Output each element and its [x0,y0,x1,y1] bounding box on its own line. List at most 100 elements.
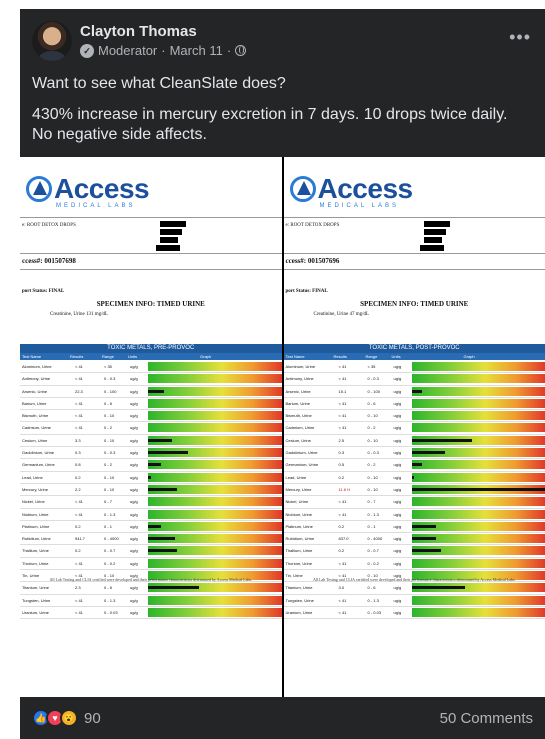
cell-units: ug/g [393,585,402,591]
table-row: Niobium, Urine < 41 0 - 1.3 ug/g [20,509,282,521]
cell-units: ug/g [130,376,138,382]
report-creatinine: Creatinine, Urine 131 mg/dL [50,312,109,317]
cell-range: 0 - 2 [367,462,376,468]
table-header: Test Name Results Range Units Graph [20,353,282,360]
cell-name: Arsenic, Urine [22,388,48,394]
cell-units: ug/g [130,388,138,394]
cell-units: ug/g [130,536,138,542]
cell-result: < 41 [338,609,347,615]
cell-range: 0 - 2 [104,425,113,431]
cell-range: 0 - 7 [367,499,376,505]
post-date[interactable]: March 11 [170,43,223,58]
cell-units: ug/g [130,437,138,443]
table-row: Arsenic, Urine 22.3 0 - 100 ug/g [20,386,282,398]
table-row: Antimony, Urine < 41 0 - 0.3 ug/g [283,373,545,386]
cell-range: 0 - 10 [104,486,115,492]
table-row: Cadmium, Urine < 41 0 - 2 ug/g [283,422,545,435]
cell-name: Titanium, Urine [22,585,49,591]
cell-range: 0 - 100 [367,388,380,394]
more-options-icon[interactable]: ••• [509,27,531,48]
report-brand: Access [317,173,414,204]
access-logo-icon [26,176,52,202]
reactions[interactable]: 👍 ♥ 😮 90 [32,709,101,727]
cell-units: ug/g [393,523,402,529]
cell-result: < 41 [75,376,83,382]
result-graph-bar [148,509,282,519]
globe-icon [235,45,247,56]
table-header-cell: Graph [200,354,212,359]
cell-name: Antimony, Urine [285,376,314,382]
table-header-cell: Units [391,354,401,359]
table-row: Thorium, Urine < 41 0 - 0.2 ug/g [20,558,282,571]
cell-name: Cadmium, Urine [285,425,315,431]
post-text-line-1: Want to see what CleanSlate does? [32,75,286,92]
table-row: Cesium, Urine 3.3 0 - 10 ug/g [20,435,282,448]
table-row: Lead, Urine 0.2 0 - 10 ug/g [283,472,545,484]
lab-report-image-left[interactable]: Access MEDICAL LABS e: ROOT DETOX DROPS cce… [20,157,282,697]
avatar[interactable] [32,21,72,61]
cell-name: Arsenic, Urine [285,388,311,394]
result-level-marker [411,586,465,590]
post-images[interactable]: Access MEDICAL LABS e: ROOT DETOX DROPS cce… [20,157,545,697]
cell-result: < 41 [75,597,83,603]
report-logo: Access [284,157,545,207]
cell-units: ug/g [130,400,138,406]
cell-units: ug/g [130,364,138,369]
cell-name: Lead, Urine [22,474,43,480]
cell-name: Antimony, Urine [22,376,51,382]
cell-result: 837.0 [338,536,349,542]
comments-link[interactable]: 50 Comments [440,710,533,727]
meta-separator: · [226,43,232,58]
cell-name: Thallium, Urine [22,548,49,554]
result-graph-bar [148,534,282,544]
result-level-marker [411,389,423,393]
cell-range: 0 - 0.3 [104,376,116,382]
result-graph-bar [148,362,282,371]
table-header-cell: Range [365,354,378,359]
divider [283,217,545,218]
cell-name: Aluminum, Urine [22,364,52,369]
result-level-marker [411,537,436,541]
author-name[interactable]: Clayton Thomas [80,23,197,40]
cell-result: < 41 [338,364,347,369]
cell-units: ug/g [130,413,138,419]
cell-result: 0.2 [338,523,345,529]
cell-range: 0 - 0.2 [367,560,379,566]
cell-result: < 41 [338,499,347,505]
table-row: Mercury, Urine 2.2 0 - 10 ug/g [20,484,282,497]
cell-result: 0.3 [75,450,81,456]
lab-report-image-right[interactable]: Access MEDICAL LABS e: ROOT DETOX DROPS cce… [283,157,545,697]
report-specimen: SPECIMEN INFO: TIMED URINE [360,300,469,308]
cell-name: Niobium, Urine [285,511,312,517]
cell-result: < 41 [75,560,83,566]
cell-name: Germanium, Urine [285,462,319,468]
result-graph-bar [148,546,282,556]
moderator-badge-icon: ✓ [80,43,94,58]
cell-name: Cadmium, Urine [22,425,51,431]
cell-range: 0 - 10 [367,474,378,480]
result-level-marker [411,438,472,442]
result-level-marker [411,487,545,491]
reaction-count: 90 [84,709,101,727]
result-graph-bar [411,484,545,494]
table-row: Uranium, Urine < 41 0 - 0.03 ug/g [283,607,545,620]
cell-range: 0 - 7 [104,499,113,505]
table-row: Thallium, Urine 0.2 0 - 0.7 ug/g [20,545,282,558]
post-text-line-2: 430% increase in mercury excretion in 7 … [32,106,508,143]
table-row: Thorium, Urine < 41 0 - 0.2 ug/g [283,558,545,571]
cell-result: 0.3 [338,450,345,456]
result-graph-bar [411,435,545,445]
cell-range: 0 - 6 [104,585,113,591]
cell-units: ug/g [130,499,138,505]
result-level-marker [148,389,165,393]
cell-range: 0 - 6 [367,585,376,591]
report-creatinine: Creatinine, Urine 47 mg/dL [313,312,370,317]
redaction [160,237,178,243]
cell-name: Rubidium, Urine [22,536,51,542]
table-row: Germanium, Urine 0.8 0 - 2 ug/g [20,459,282,472]
result-level-marker [411,475,415,479]
report-order: e: ROOT DETOX DROPS [22,223,76,228]
cell-range: 0 - 1.3 [104,511,116,517]
cell-units: ug/g [393,609,402,615]
cell-units: ug/g [393,376,402,382]
